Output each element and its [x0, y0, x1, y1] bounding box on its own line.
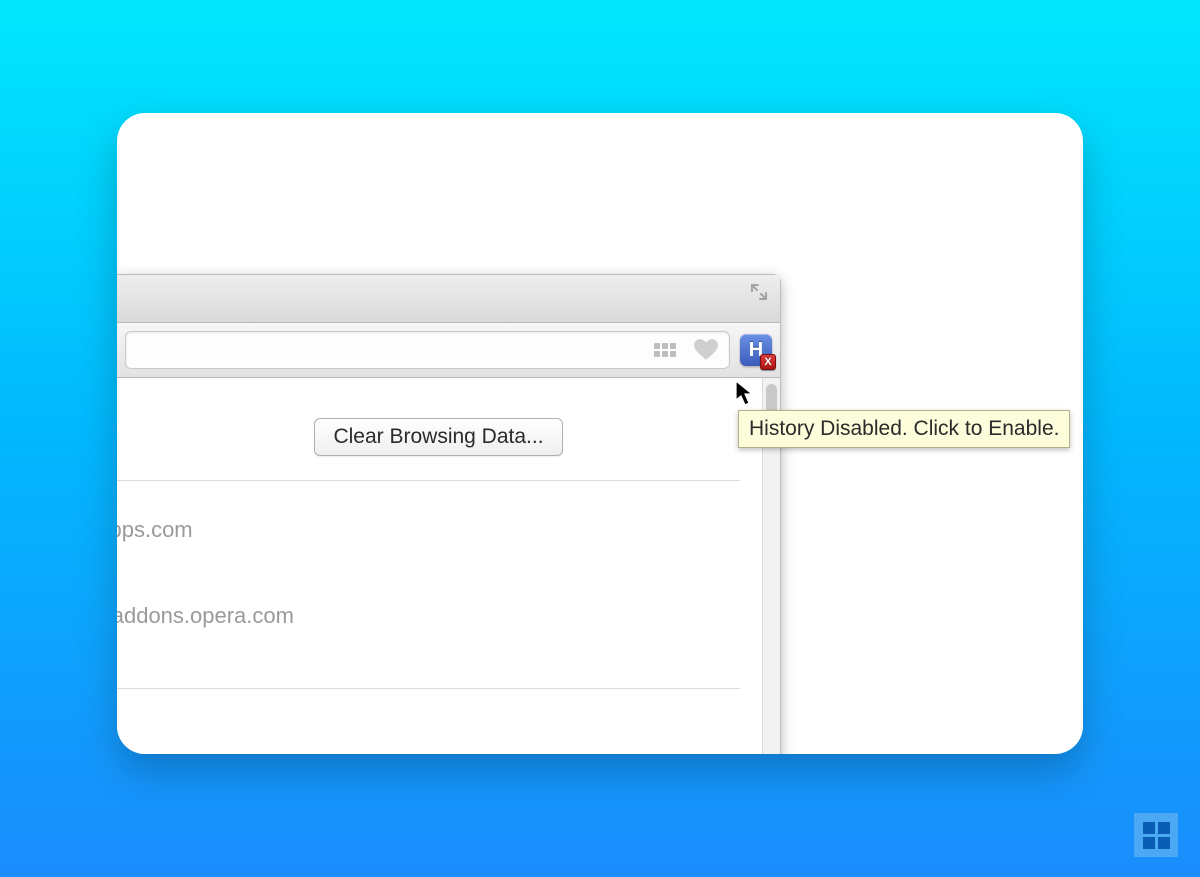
extension-tooltip: History Disabled. Click to Enable.	[738, 410, 1070, 448]
browser-window: H X Clear Browsing Data... singleclickap…	[117, 274, 781, 754]
disabled-badge-icon: X	[760, 354, 776, 370]
history-item[interactable]: singleclickapps.com	[117, 509, 740, 552]
history-list: singleclickapps.com – addons.opera.com p…	[117, 481, 780, 658]
history-domain: singleclickapps.com	[117, 517, 193, 542]
history-item[interactable]: perOpera extensions – addons.opera.com	[117, 595, 740, 638]
history-extension-icon[interactable]: H X	[740, 334, 772, 366]
expand-window-icon[interactable]	[750, 283, 768, 301]
speed-dial-icon[interactable]	[653, 342, 681, 358]
history-domain: addons.opera.com	[117, 603, 294, 628]
windows-logo-icon	[1134, 813, 1178, 857]
history-item[interactable]: – addons.opera.com	[117, 552, 740, 595]
page-content: Clear Browsing Data... singleclickapps.c…	[117, 378, 780, 754]
bookmark-heart-icon[interactable]	[693, 338, 719, 362]
divider	[117, 688, 740, 689]
clear-browsing-data-button[interactable]: Clear Browsing Data...	[314, 418, 562, 456]
address-bar[interactable]	[125, 331, 730, 369]
card-container: H X Clear Browsing Data... singleclickap…	[117, 113, 1083, 754]
toolbar: H X	[117, 323, 780, 378]
window-titlebar	[117, 275, 780, 323]
